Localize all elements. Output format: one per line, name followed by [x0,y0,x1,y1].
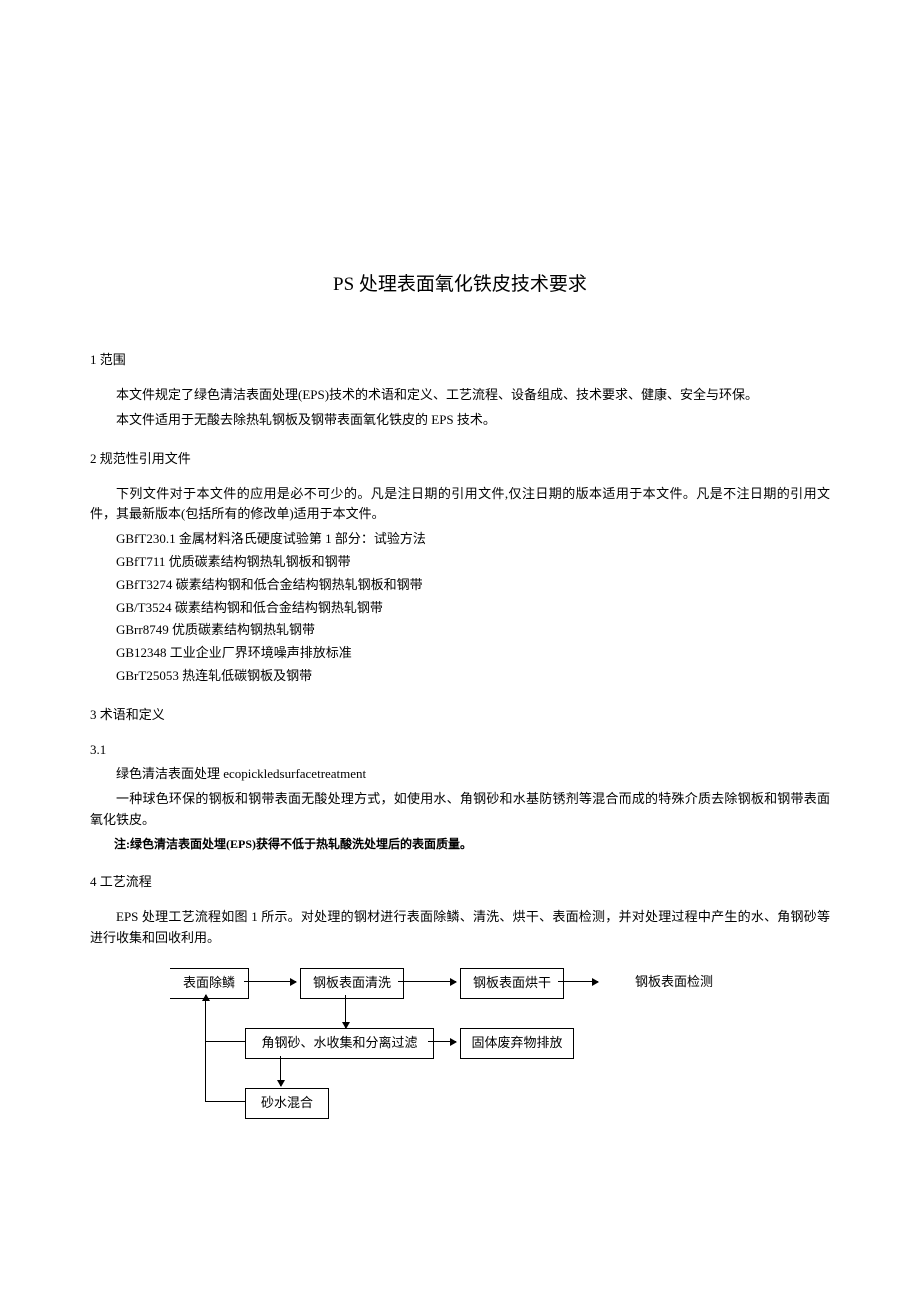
arrow-icon [398,981,456,982]
ref-item: GBfT3274 碳素结构钢和低合金结构钢热轧钢板和钢带 [90,575,830,596]
line-icon [205,1041,245,1042]
arrow-icon [558,981,598,982]
section-1-heading: 1 范围 [90,350,830,371]
section-2-intro: 下列文件对于本文件的应用是必不可少的。凡是注日期的引用文件,仅注日期的版本适用于… [90,484,830,526]
section-3-heading: 3 术语和定义 [90,705,830,726]
line-icon [205,995,206,1035]
section-3-sub: 3.1 [90,740,830,761]
section-4-heading: 4 工艺流程 [90,872,830,893]
term-note: 注:绿色清洁表面处埋(EPS)获得不低于热轧酸洗处埋后的表面质量。 [90,835,830,854]
ref-item: GBrr8749 优质碳素结构钢热轧钢带 [90,620,830,641]
ref-item: GBrT25053 热连轧低碳钢板及钢带 [90,666,830,687]
page-title: PS 处理表面氧化铁皮技术要求 [90,270,830,300]
flowchart: 表面除鳞 钢板表面清洗 钢板表面烘干 钢板表面检测 角钢砂、水收集和分离过滤 固… [140,968,780,1138]
ref-item: GBfT230.1 金属材料洛氏硬度试验第 1 部分：试验方法 [90,529,830,550]
document-page: PS 处理表面氧化铁皮技术要求 1 范围 本文件规定了绿色清洁表面处理(EPS)… [0,0,920,1238]
section-2-heading: 2 规范性引用文件 [90,449,830,470]
flow-box-mix: 砂水混合 [245,1088,329,1119]
arrow-icon [428,1041,456,1042]
line-icon [205,1101,245,1102]
flow-box-dry: 钢板表面烘干 [460,968,564,999]
term-definition: 一种球色环保的钢板和钢带表面无酸处理方式，如使用水、角钢砂和水基防锈剂等混合而成… [90,789,830,831]
flow-box-collect: 角钢砂、水收集和分离过滤 [245,1028,434,1059]
section-4-para: EPS 处理工艺流程如图 1 所示。对处理的钢材进行表面除鳞、清洗、烘干、表面检… [90,907,830,949]
line-icon [345,995,346,1020]
ref-item: GB/T3524 碳素结构钢和低合金结构钢热轧钢带 [90,598,830,619]
arrow-icon [345,1020,346,1028]
arrow-icon [244,981,296,982]
line-icon [205,1035,206,1101]
section-1-para-1: 本文件规定了绿色清洁表面处理(EPS)技术的术语和定义、工艺流程、设备组成、技术… [90,385,830,406]
flow-box-waste: 固体废弃物排放 [460,1028,574,1059]
section-1-para-2: 本文件适用于无酸去除热轧钢板及钢带表面氧化铁皮的 EPS 技术。 [90,410,830,431]
term-name: 绿色清洁表面处理 ecopickledsurfacetreatment [90,764,830,785]
ref-item: GBfT711 优质碳素结构钢热轧钢板和钢带 [90,552,830,573]
flow-box-clean: 钢板表面清洗 [300,968,404,999]
flow-label-inspect: 钢板表面检测 [635,972,713,993]
ref-item: GB12348 工业企业厂界环境噪声排放标准 [90,643,830,664]
arrow-icon [280,1056,281,1086]
